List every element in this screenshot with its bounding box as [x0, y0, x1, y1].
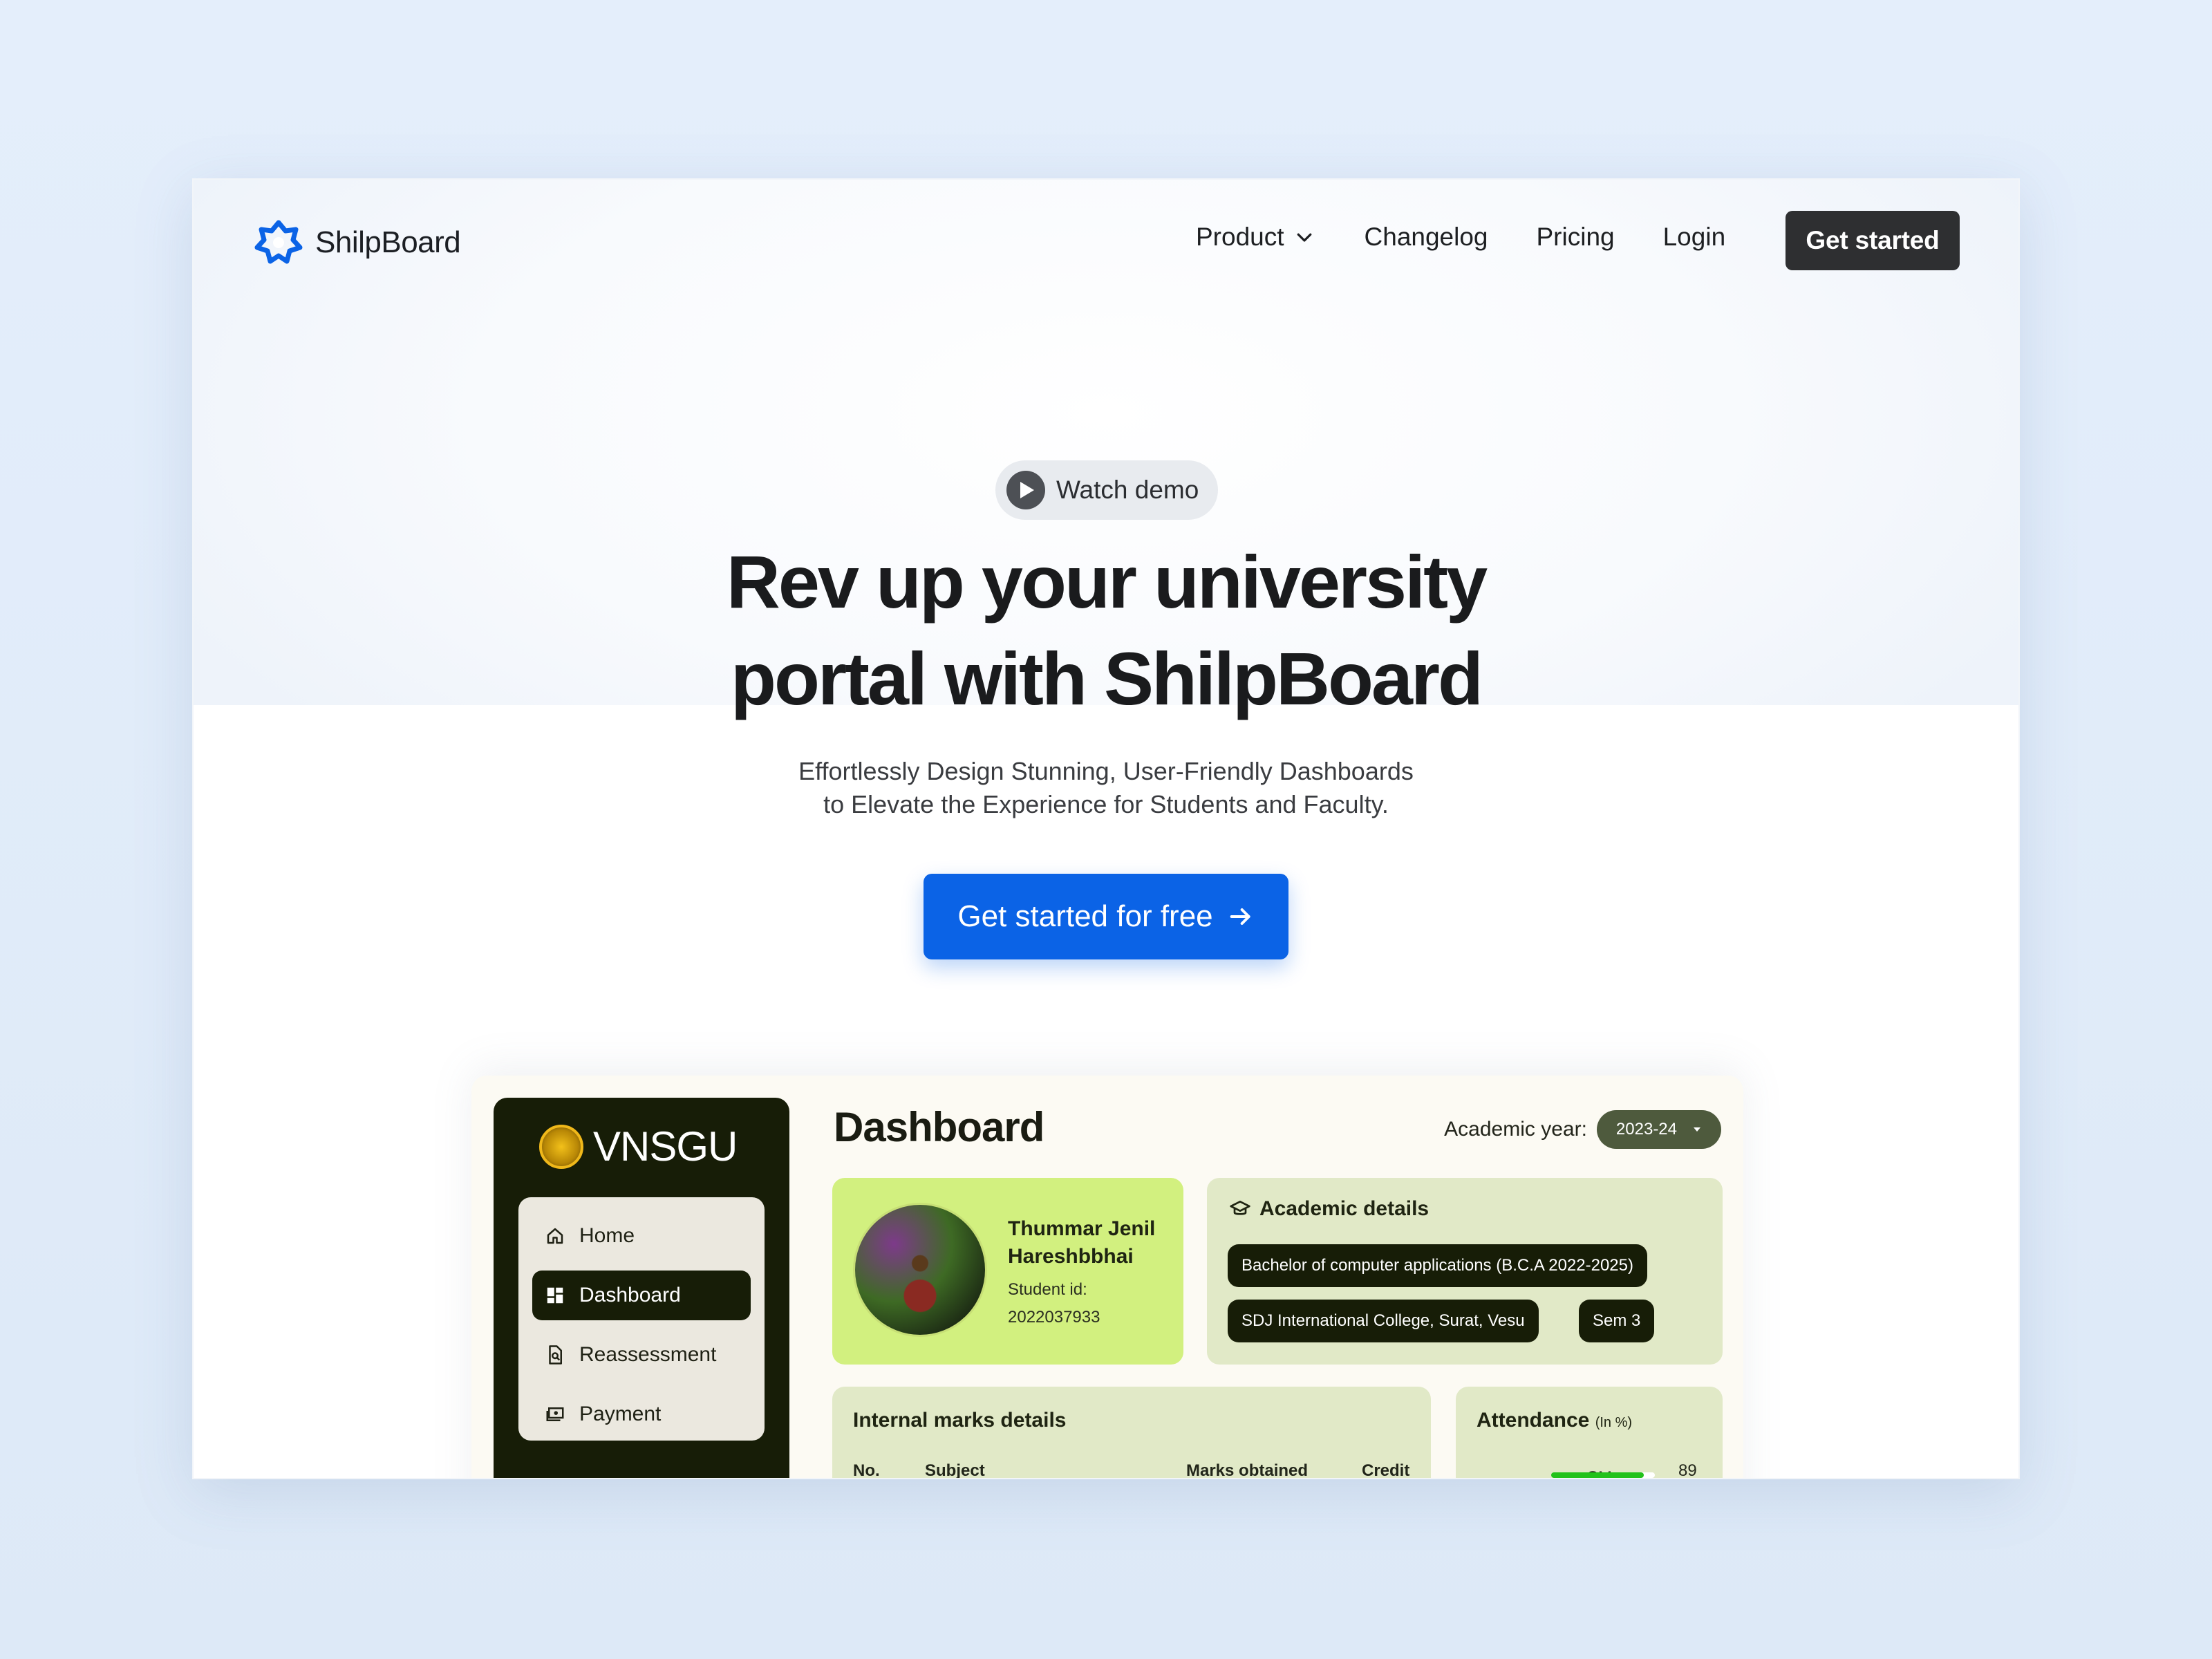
avatar — [853, 1203, 987, 1337]
student-name-line-1: Thummar Jenil — [1008, 1217, 1156, 1240]
chevron-down-icon — [1297, 233, 1311, 242]
get-started-button[interactable]: Get started — [1785, 211, 1960, 270]
academic-year: Academic year: 2023-24 — [1444, 1110, 1721, 1149]
internal-marks-title: Internal marks details — [853, 1409, 1067, 1432]
hero-title-line-2: portal with ShilpBoard — [731, 637, 1483, 720]
get-started-free-label: Get started for free — [957, 899, 1213, 933]
dashboard-title: Dashboard — [834, 1104, 1044, 1150]
academic-year-value: 2023-24 — [1615, 1120, 1677, 1138]
hero-title: Rev up your university portal with Shilp… — [194, 534, 2018, 727]
payment-icon — [546, 1407, 564, 1421]
dashboard-icon — [547, 1287, 563, 1304]
logo-text: ShilpBoard — [315, 225, 461, 259]
attendance-value: 89 — [1678, 1461, 1697, 1479]
university-name: VNSGU — [593, 1123, 738, 1170]
academic-year-label: Academic year: — [1444, 1118, 1587, 1141]
logo[interactable]: ShilpBoard — [254, 218, 461, 267]
column-header-subject: Subject — [925, 1461, 985, 1479]
academic-details-card: Academic details Bachelor of computer ap… — [1207, 1178, 1723, 1365]
hero-subtitle: Effortlessly Design Stunning, User-Frien… — [194, 755, 2018, 821]
hero-subtitle-line-1: Effortlessly Design Stunning, User-Frien… — [798, 757, 1414, 785]
column-header-marks: Marks obtained — [1186, 1461, 1309, 1479]
attendance-progress-fill — [1551, 1472, 1644, 1478]
dashboard-preview: VNSGU Home Dashboard Reassessment Paymen… — [471, 1076, 1743, 1479]
home-icon — [547, 1228, 563, 1244]
sidebar-item-home[interactable]: Home — [532, 1211, 751, 1261]
nav-product-label: Product — [1196, 223, 1284, 251]
sidebar-item-payment[interactable]: Payment — [532, 1389, 751, 1439]
nav-pricing[interactable]: Pricing — [1537, 223, 1615, 252]
hero-subtitle-line-2: to Elevate the Experience for Students a… — [823, 790, 1389, 818]
get-started-free-button[interactable]: Get started for free — [924, 874, 1288, 959]
dashboard-sidebar: VNSGU Home Dashboard Reassessment Paymen… — [494, 1098, 789, 1478]
course-chip: Bachelor of computer applications (B.C.A… — [1228, 1244, 1647, 1287]
attendance-title: Attendance (In %) — [1477, 1409, 1632, 1432]
hero-title-line-1: Rev up your university — [726, 540, 1488, 624]
shilpboard-logo-icon — [254, 220, 303, 264]
document-search-icon — [549, 1345, 562, 1365]
browser-frame: ShilpBoard Product Changelog Pricing Log… — [192, 178, 2020, 1479]
watch-demo-button[interactable]: Watch demo — [995, 460, 1218, 520]
student-id-label: Student id: — [1008, 1280, 1087, 1299]
nav-changelog[interactable]: Changelog — [1365, 223, 1488, 252]
sidebar-menu: Home Dashboard Reassessment Payment — [518, 1197, 765, 1441]
student-id-value: 2022037933 — [1008, 1308, 1100, 1327]
attendance-title-text: Attendance — [1477, 1409, 1590, 1432]
college-chip: SDJ International College, Surat, Vesu — [1228, 1300, 1539, 1342]
university-brand: VNSGU — [539, 1123, 738, 1170]
academic-details-title: Academic details — [1259, 1197, 1430, 1220]
profile-card: Thummar Jenil Hareshbbhai Student id: 20… — [832, 1178, 1183, 1365]
sidebar-item-label: Dashboard — [579, 1284, 681, 1306]
arrow-right-icon — [1230, 908, 1250, 925]
play-icon — [1006, 471, 1045, 509]
student-id: Student id: 2022037933 — [1008, 1276, 1100, 1331]
sidebar-item-reassessment[interactable]: Reassessment — [532, 1330, 751, 1380]
student-name-line-2: Hareshbbhai — [1008, 1245, 1134, 1268]
caret-down-icon — [1694, 1127, 1700, 1132]
sidebar-item-label: Home — [579, 1224, 635, 1247]
sidebar-item-label: Reassessment — [579, 1343, 717, 1366]
attendance-card: Attendance (In %) SM 89 — [1456, 1387, 1723, 1479]
graduation-cap-icon — [1230, 1201, 1250, 1215]
attendance-progress — [1551, 1472, 1655, 1478]
column-header-credit: Credit — [1362, 1461, 1410, 1479]
watch-demo-label: Watch demo — [1056, 476, 1199, 504]
attendance-unit: (In %) — [1595, 1415, 1633, 1430]
top-nav: Product Changelog Pricing Login — [1196, 223, 1774, 252]
sidebar-item-label: Payment — [579, 1403, 662, 1425]
nav-login[interactable]: Login — [1663, 223, 1726, 252]
academic-year-select[interactable]: 2023-24 — [1596, 1110, 1721, 1149]
sidebar-item-dashboard[interactable]: Dashboard — [532, 1271, 751, 1320]
semester-chip: Sem 3 — [1579, 1300, 1655, 1342]
internal-marks-card: Internal marks details No. Subject Marks… — [832, 1387, 1431, 1479]
student-name: Thummar Jenil Hareshbbhai — [1008, 1215, 1174, 1271]
column-header-no: No. — [853, 1461, 880, 1479]
nav-product[interactable]: Product — [1196, 223, 1315, 252]
academic-details-header: Academic details — [1229, 1197, 1429, 1221]
university-seal-icon — [539, 1124, 583, 1169]
